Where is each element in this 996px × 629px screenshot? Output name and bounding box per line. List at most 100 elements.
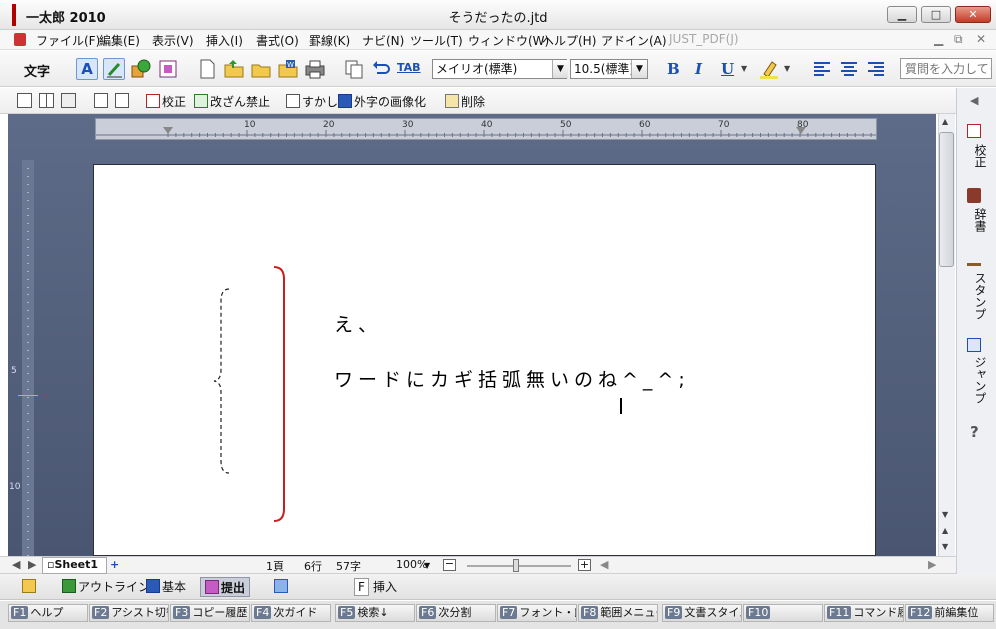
zoom-in-icon[interactable]: + (578, 559, 591, 571)
italic-button[interactable]: I (695, 60, 702, 78)
left-indent-marker[interactable] (163, 127, 173, 134)
zoom-out-icon[interactable]: − (443, 558, 456, 571)
undo-icon[interactable] (370, 58, 392, 80)
menu-window[interactable]: ウィンドウ(W) (468, 32, 549, 49)
document-line-1[interactable]: え、 (334, 310, 382, 337)
view-single-icon[interactable] (17, 93, 32, 108)
menu-help[interactable]: ヘルプ(H) (542, 32, 596, 49)
add-sheet-icon[interactable]: + (110, 558, 119, 571)
fkey-f4[interactable]: F4 次ガイド (251, 604, 331, 622)
font-name-select[interactable]: メイリオ(標準) (432, 59, 567, 79)
align-left-icon[interactable] (811, 58, 833, 80)
fkey-f5[interactable]: F5 検索↓ (335, 604, 415, 622)
menu-addin[interactable]: アドイン(A) (601, 32, 667, 49)
right-indent-marker[interactable] (796, 127, 806, 134)
fkey-f11[interactable]: F11コマンド履歴 (824, 604, 904, 622)
watermark-button[interactable]: すかし (286, 93, 338, 110)
side-dictionary[interactable]: 辞書 (965, 208, 989, 232)
print-icon[interactable] (304, 58, 326, 80)
pen-icon[interactable] (103, 58, 125, 80)
edit-mode-icon[interactable] (18, 577, 42, 597)
folder-icon[interactable] (250, 58, 272, 80)
scrollbar-thumb[interactable] (939, 132, 954, 267)
question-input[interactable] (900, 58, 992, 79)
zoom-slider-thumb[interactable] (513, 559, 519, 572)
underline-button[interactable]: U (721, 60, 734, 78)
menu-view[interactable]: 表示(V) (152, 32, 194, 49)
gaiji-button[interactable]: 外字の画像化 (338, 93, 426, 110)
insert-mode[interactable]: 挿入 (369, 577, 401, 597)
frame-icon[interactable] (157, 58, 179, 80)
proof-button[interactable]: 校正 (146, 93, 186, 110)
side-jump[interactable]: ジャンプ (965, 356, 989, 404)
view-screen-icon[interactable] (61, 93, 76, 108)
copy-icon[interactable] (343, 58, 365, 80)
zoom-value[interactable]: 100% (396, 558, 427, 571)
bold-button[interactable]: B (667, 60, 680, 78)
shape-icon[interactable] (130, 58, 152, 80)
menu-file[interactable]: ファイル(F) (36, 32, 100, 49)
menu-just-pdf[interactable]: JUST_PDF(J) (669, 32, 739, 46)
preview-mode-icon[interactable] (270, 577, 294, 597)
word-file-icon[interactable]: W (277, 58, 299, 80)
panel-collapse-icon[interactable]: ◀ (970, 94, 978, 107)
new-document-icon[interactable] (196, 58, 218, 80)
tab-icon[interactable]: TAB (397, 61, 421, 74)
page-fold-icon[interactable] (115, 93, 129, 108)
fkey-f6[interactable]: F6 次分割 (416, 604, 496, 622)
doc-menu-icon[interactable] (14, 33, 26, 46)
zoom-dropdown-icon[interactable]: ▼ (424, 561, 430, 570)
doc-restore-icon[interactable]: ⧉ (954, 32, 963, 47)
doc-close-icon[interactable]: ✕ (976, 32, 986, 46)
highlight-dropdown-icon[interactable]: ▼ (784, 64, 790, 73)
document-page[interactable]: え、 ワードにカギ括弧無いのね^_^; (93, 164, 876, 556)
mode-outline[interactable]: アウトライン (58, 577, 154, 597)
align-center-icon[interactable] (838, 58, 860, 80)
doc-minimize-icon[interactable]: ▁ (934, 32, 943, 46)
menu-edit[interactable]: 編集(E) (99, 32, 140, 49)
fkey-f2[interactable]: F2アシスト切替 (89, 604, 169, 622)
side-stamp[interactable]: スタンプ (965, 272, 989, 320)
hscroll-left-icon[interactable]: ◀ (600, 558, 608, 571)
view-split-icon[interactable] (39, 93, 54, 108)
delete-button[interactable]: 削除 (445, 93, 485, 110)
scroll-prev-page-icon[interactable]: ▲ (942, 526, 948, 535)
side-proof[interactable]: 校正 (965, 144, 989, 168)
underline-dropdown-icon[interactable]: ▼ (741, 64, 747, 73)
scroll-down-icon[interactable]: ▼ (942, 510, 948, 519)
text-color-icon[interactable]: A (76, 58, 98, 80)
fkey-f1[interactable]: F1 ヘルプ (8, 604, 88, 622)
font-name-dropdown-icon[interactable]: ▼ (552, 60, 568, 78)
help-icon[interactable]: ? (970, 423, 979, 441)
document-line-2[interactable]: ワードにカギ括弧無いのね^_^; (334, 365, 690, 392)
highlight-icon[interactable] (758, 58, 780, 80)
fkey-f8[interactable]: F8範囲メニュー (578, 604, 658, 622)
menu-format[interactable]: 書式(O) (256, 32, 299, 49)
fkey-f12[interactable]: F12 前編集位 (905, 604, 994, 622)
fkey-f3[interactable]: F3 コピー履歴 (170, 604, 250, 622)
scroll-next-page-icon[interactable]: ▼ (942, 542, 948, 551)
hscroll-right-icon[interactable]: ▶ (928, 558, 936, 571)
font-size-dropdown-icon[interactable]: ▼ (631, 60, 647, 78)
close-button[interactable]: ✕ (955, 6, 991, 23)
open-folder-icon[interactable] (223, 58, 245, 80)
menu-tools[interactable]: ツール(T) (410, 32, 463, 49)
horizontal-ruler[interactable]: 10 20 30 40 50 60 70 80 (95, 118, 877, 140)
maximize-button[interactable]: □ (921, 6, 951, 23)
minimize-button[interactable]: ▁ (887, 6, 917, 23)
mode-submit[interactable]: 提出 (200, 577, 251, 597)
sheet-tab[interactable]: ▫Sheet1 (42, 557, 108, 574)
sheet-prev-icon[interactable]: ◀ (12, 558, 20, 571)
page-icon[interactable] (94, 93, 108, 108)
menu-ruled-lines[interactable]: 罫線(K) (309, 32, 350, 49)
sheet-next-icon[interactable]: ▶ (28, 558, 36, 571)
vertical-ruler[interactable]: 5 10 (9, 160, 38, 557)
menu-navi[interactable]: ナビ(N) (362, 32, 404, 49)
zoom-slider-track[interactable] (467, 565, 571, 567)
mode-basic[interactable]: 基本 (142, 577, 190, 597)
menu-insert[interactable]: 挿入(I) (206, 32, 243, 49)
fkey-f7[interactable]: F7フォント・飾り (497, 604, 577, 622)
scroll-up-icon[interactable]: ▲ (942, 117, 948, 126)
no-modify-button[interactable]: 改ざん禁止 (194, 93, 270, 110)
fkey-f9[interactable]: F9文書スタイル (662, 604, 742, 622)
